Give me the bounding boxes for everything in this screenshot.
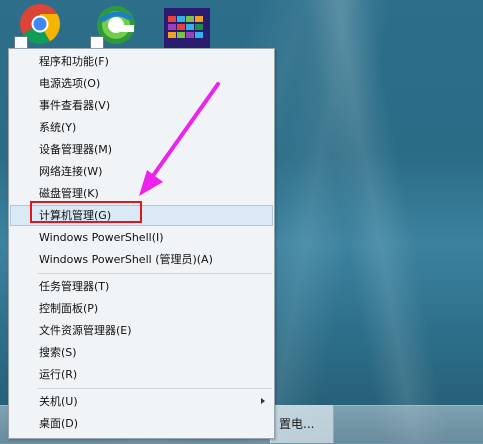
ie-desktop-icon[interactable] xyxy=(88,2,140,50)
menu-item-shutdown-label: 关机(U) xyxy=(39,395,78,408)
menu-item-shutdown[interactable]: 关机(U) xyxy=(10,391,273,412)
winx-context-menu: 程序和功能(F) 电源选项(O) 事件查看器(V) 系统(Y) 设备管理器(M)… xyxy=(8,48,275,439)
menu-item-system[interactable]: 系统(Y) xyxy=(10,117,273,138)
tiles-icon xyxy=(164,8,210,48)
menu-item-run[interactable]: 运行(R) xyxy=(10,364,273,385)
menu-item-desktop[interactable]: 桌面(D) xyxy=(10,413,273,434)
menu-item-task-manager[interactable]: 任务管理器(T) xyxy=(10,276,273,297)
menu-item-file-explorer[interactable]: 文件资源管理器(E) xyxy=(10,320,273,341)
menu-item-powershell[interactable]: Windows PowerShell(I) xyxy=(10,227,273,248)
tiles-desktop-icon[interactable] xyxy=(164,8,210,48)
menu-item-power-options[interactable]: 电源选项(O) xyxy=(10,73,273,94)
chrome-desktop-icon[interactable] xyxy=(12,2,64,50)
menu-item-network-connections[interactable]: 网络连接(W) xyxy=(10,161,273,182)
taskbar-window-label: 置电... xyxy=(279,417,315,431)
submenu-arrow-icon xyxy=(261,398,265,404)
menu-item-device-manager[interactable]: 设备管理器(M) xyxy=(10,139,273,160)
menu-item-search[interactable]: 搜索(S) xyxy=(10,342,273,363)
menu-separator xyxy=(38,273,272,274)
menu-item-programs-features[interactable]: 程序和功能(F) xyxy=(10,51,273,72)
highlight-box-annotation xyxy=(30,201,142,223)
taskbar-window-button[interactable]: 置电... xyxy=(270,405,334,443)
menu-item-event-viewer[interactable]: 事件查看器(V) xyxy=(10,95,273,116)
menu-item-control-panel[interactable]: 控制面板(P) xyxy=(10,298,273,319)
menu-item-powershell-admin[interactable]: Windows PowerShell (管理员)(A) xyxy=(10,249,273,270)
menu-separator xyxy=(38,388,272,389)
